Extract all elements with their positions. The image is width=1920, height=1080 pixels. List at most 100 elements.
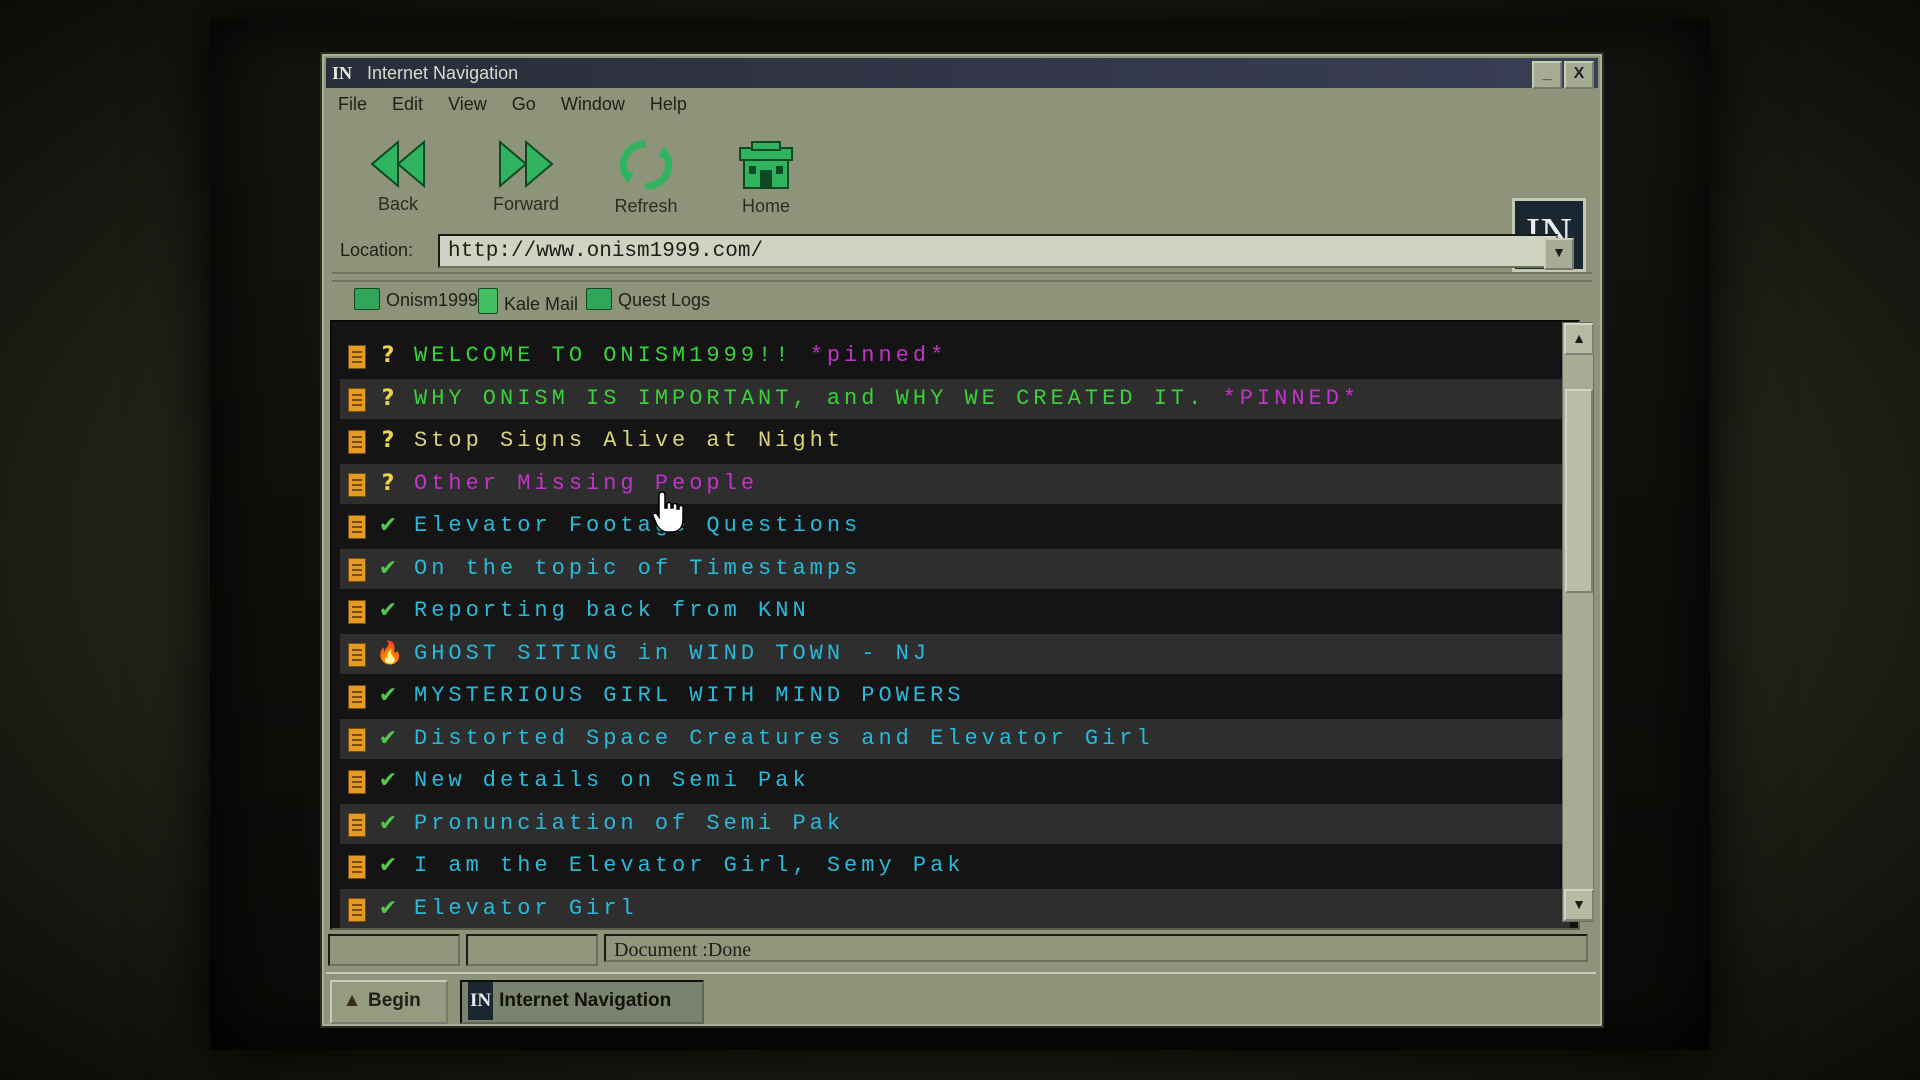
home-icon	[739, 141, 793, 189]
post-row[interactable]: ✔ I am the Elevator Girl, Semy Pak	[340, 846, 1570, 886]
post-title: Distorted Space Creatures and Elevator G…	[414, 725, 1154, 751]
post-title: Elevator Footage Questions	[414, 513, 862, 538]
back-button[interactable]: Back	[348, 138, 448, 215]
post-row[interactable]: ? Other Missing People	[340, 463, 1570, 504]
menu-file[interactable]: File	[338, 94, 367, 115]
post-document-icon	[348, 600, 366, 624]
bookmark-quest-logs[interactable]: Quest Logs	[586, 288, 710, 311]
post-title: WELCOME TO ONISM1999!!	[414, 343, 793, 368]
post-row[interactable]: 🔥 GHOST SITING in WIND TOWN - NJ	[340, 633, 1570, 674]
post-title: Pronunciation of Semi Pak	[414, 810, 845, 836]
location-bar: Location: http://www.onism1999.com/ ▼	[332, 228, 1592, 274]
checkmark-icon: ✔	[378, 555, 398, 581]
scroll-thumb[interactable]	[1565, 389, 1593, 593]
post-row[interactable]: ✔ Elevator Footage Questions	[340, 506, 1570, 546]
status-pane	[328, 934, 460, 966]
title-bar: IN Internet Navigation _ X	[326, 58, 1598, 89]
post-row[interactable]: ✔ MYSTERIOUS GIRL WITH MIND POWERS	[340, 676, 1570, 716]
checkmark-icon: ✔	[378, 768, 398, 793]
menu-go[interactable]: Go	[512, 94, 536, 115]
post-title-link[interactable]: I am the Elevator Girl, Semy Pak	[414, 846, 964, 886]
taskbar-item-label: Internet Navigation	[499, 990, 672, 1011]
close-button[interactable]: X	[1564, 61, 1594, 89]
post-row[interactable]: ✔ Elevator Girl	[340, 888, 1570, 929]
post-title-link[interactable]: On the topic of Timestamps	[414, 549, 861, 589]
post-row[interactable]: ✔ Reporting back from KNN	[340, 591, 1570, 631]
question-icon: ?	[381, 470, 395, 496]
folder-icon	[586, 288, 612, 310]
post-document-icon	[348, 642, 366, 667]
post-title-link[interactable]: Stop Signs Alive at Night	[414, 421, 844, 461]
fire-icon: 🔥	[376, 640, 404, 666]
post-title-link[interactable]: Elevator Girl	[414, 889, 638, 929]
post-row[interactable]: ✔ Pronunciation of Semi Pak	[340, 803, 1570, 844]
post-title: GHOST SITING in WIND TOWN - NJ	[414, 640, 931, 666]
begin-icon: ▲	[342, 990, 362, 1011]
home-button[interactable]: Home	[716, 138, 816, 217]
forward-label: Forward	[492, 194, 559, 214]
menu-window[interactable]: Window	[561, 94, 625, 115]
post-document-icon	[348, 855, 366, 879]
post-title: I am the Elevator Girl, Semy Pak	[414, 853, 965, 878]
post-title-link[interactable]: Elevator Footage Questions	[414, 506, 861, 546]
checkmark-icon: ✔	[378, 725, 398, 751]
minimize-button[interactable]: _	[1532, 61, 1562, 89]
bookmark-label: Onism1999	[386, 290, 479, 310]
post-title: MYSTERIOUS GIRL WITH MIND POWERS	[414, 683, 965, 708]
post-title-link[interactable]: Reporting back from KNN	[414, 591, 810, 631]
bookmark-onism1999[interactable]: Onism1999	[354, 288, 478, 311]
taskbar-item-internet-navigation[interactable]: IN Internet Navigation	[460, 980, 704, 1024]
post-title-link[interactable]: Pronunciation of Semi Pak	[414, 804, 844, 844]
post-row[interactable]: ? WHY ONISM IS IMPORTANT, and WHY WE CREA…	[340, 378, 1570, 419]
document-icon	[478, 288, 498, 314]
post-title: On the topic of Timestamps	[414, 555, 862, 581]
menu-view[interactable]: View	[448, 94, 487, 115]
pinned-tag: *PINNED*	[1222, 385, 1361, 411]
post-row[interactable]: ? WELCOME TO ONISM1999!! *pinned*	[340, 336, 1570, 376]
back-arrow-icon	[370, 139, 425, 189]
taskbar: ▲ Begin IN Internet Navigation	[326, 972, 1596, 1024]
checkmark-icon: ✔	[378, 853, 398, 878]
status-text: Document :Done	[604, 934, 1588, 962]
home-label: Home	[741, 196, 790, 216]
refresh-label: Refresh	[614, 196, 678, 216]
url-input[interactable]: http://www.onism1999.com/	[438, 234, 1558, 268]
begin-button[interactable]: ▲ Begin	[330, 980, 448, 1024]
post-document-icon	[348, 685, 366, 709]
post-row[interactable]: ✔ On the topic of Timestamps	[340, 548, 1570, 589]
scrollbar[interactable]: ▲ ▼	[1562, 322, 1594, 922]
post-title-link[interactable]: WHY ONISM IS IMPORTANT, and WHY WE CREAT…	[414, 379, 1360, 419]
scroll-down-button[interactable]: ▼	[1564, 889, 1594, 921]
post-title-link[interactable]: New details on Semi Pak	[414, 761, 810, 801]
menu-edit[interactable]: Edit	[392, 94, 423, 115]
begin-label: Begin	[368, 990, 421, 1011]
forward-button[interactable]: Forward	[476, 138, 576, 215]
post-row[interactable]: ✔ New details on Semi Pak	[340, 761, 1570, 801]
post-row[interactable]: ✔ Distorted Space Creatures and Elevator …	[340, 718, 1570, 759]
post-document-icon	[348, 430, 366, 454]
post-row[interactable]: ? Stop Signs Alive at Night	[340, 421, 1570, 461]
bookmark-kale-mail[interactable]: Kale Mail	[478, 288, 578, 315]
post-document-icon	[348, 387, 366, 412]
post-title-link[interactable]: Distorted Space Creatures and Elevator G…	[414, 719, 1154, 759]
menu-help[interactable]: Help	[650, 94, 687, 115]
forward-arrow-icon	[499, 139, 554, 189]
scroll-up-button[interactable]: ▲	[1564, 323, 1594, 355]
post-document-icon	[348, 727, 366, 752]
post-document-icon	[348, 557, 366, 582]
question-icon: ?	[381, 385, 395, 411]
browser-window: IN Internet Navigation _ X File Edit Vie…	[322, 54, 1602, 1026]
post-document-icon	[348, 515, 366, 539]
refresh-button[interactable]: Refresh	[596, 138, 696, 217]
location-label: Location:	[340, 240, 414, 260]
chevron-down-icon: ▼	[1552, 244, 1566, 260]
folder-icon	[354, 288, 380, 310]
post-title-link[interactable]: WELCOME TO ONISM1999!! *pinned*	[414, 336, 947, 376]
post-title-link[interactable]: GHOST SITING in WIND TOWN - NJ	[414, 634, 930, 674]
post-title-link[interactable]: Other Missing People	[414, 464, 758, 504]
checkmark-icon: ✔	[378, 810, 398, 836]
post-document-icon	[348, 770, 366, 794]
url-dropdown-button[interactable]: ▼	[1544, 238, 1574, 270]
post-title-link[interactable]: MYSTERIOUS GIRL WITH MIND POWERS	[414, 676, 964, 716]
status-bar: Document :Done	[328, 932, 1594, 966]
